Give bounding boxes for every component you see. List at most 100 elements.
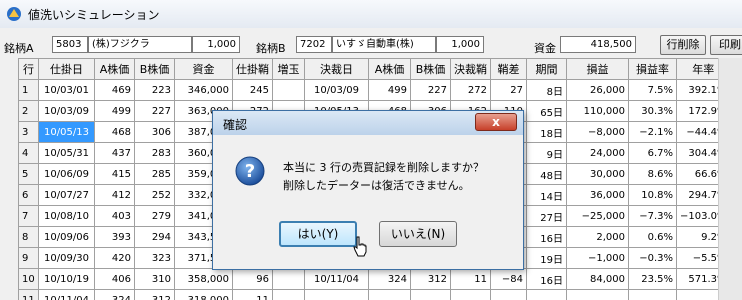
table-cell[interactable]: 279 bbox=[134, 205, 175, 227]
column-header[interactable]: 決裁日 bbox=[304, 58, 369, 80]
row-number[interactable]: 8 bbox=[18, 226, 39, 248]
table-cell[interactable]: 285 bbox=[134, 163, 175, 185]
table-cell[interactable]: 324 bbox=[94, 289, 135, 300]
table-cell[interactable]: 252 bbox=[134, 184, 175, 206]
row-number[interactable]: 9 bbox=[18, 247, 39, 269]
table-cell[interactable]: 24,000 bbox=[566, 142, 629, 164]
table-cell[interactable]: 27日 bbox=[526, 205, 567, 227]
dialog-close-button[interactable]: x bbox=[475, 113, 517, 131]
table-cell[interactable]: 415 bbox=[94, 163, 135, 185]
table-cell[interactable]: 26,000 bbox=[566, 79, 629, 101]
table-cell[interactable]: 310 bbox=[134, 268, 175, 290]
column-header[interactable]: 損益 bbox=[566, 58, 629, 80]
table-cell[interactable] bbox=[628, 289, 677, 300]
table-cell[interactable]: 10/08/10 bbox=[38, 205, 95, 227]
table-cell[interactable] bbox=[304, 289, 369, 300]
table-cell[interactable] bbox=[566, 289, 629, 300]
table-row[interactable]: 1 10/03/01 469 223 346,000 245 10/03/09 499 227 2… bbox=[18, 79, 731, 101]
column-header[interactable]: 鞘差 bbox=[490, 58, 527, 80]
no-button[interactable]: いいえ(N) bbox=[379, 221, 457, 247]
row-number[interactable]: 10 bbox=[18, 268, 39, 290]
yes-button[interactable]: はい(Y) bbox=[279, 221, 357, 247]
column-header[interactable]: B株価 bbox=[134, 58, 175, 80]
table-cell[interactable]: 358,000 bbox=[174, 268, 233, 290]
stock-b-name-field[interactable]: いすゞ自動車(株) bbox=[332, 36, 436, 53]
table-cell[interactable]: 10/10/19 bbox=[38, 268, 95, 290]
column-header[interactable]: A株価 bbox=[368, 58, 411, 80]
table-cell[interactable] bbox=[272, 289, 305, 300]
table-row[interactable]: 10 10/10/19 406 310 358,000 96 10/11/04 324 312 1… bbox=[18, 268, 731, 290]
table-cell[interactable]: 10/11/04 bbox=[38, 289, 95, 300]
table-cell[interactable]: 227 bbox=[410, 79, 451, 101]
table-cell[interactable]: 227 bbox=[134, 100, 175, 122]
table-cell[interactable]: 10/07/27 bbox=[38, 184, 95, 206]
table-cell[interactable]: 10/09/30 bbox=[38, 247, 95, 269]
row-number[interactable]: 4 bbox=[18, 142, 39, 164]
row-number[interactable]: 7 bbox=[18, 205, 39, 227]
row-number[interactable]: 3 bbox=[18, 121, 39, 143]
column-header[interactable]: 資金 bbox=[174, 58, 233, 80]
table-cell[interactable]: 420 bbox=[94, 247, 135, 269]
table-cell[interactable]: 10/03/01 bbox=[38, 79, 95, 101]
table-cell[interactable]: 19日 bbox=[526, 247, 567, 269]
delete-row-button[interactable]: 行削除 bbox=[660, 35, 706, 55]
table-cell[interactable]: 393 bbox=[94, 226, 135, 248]
table-cell[interactable]: 11 bbox=[450, 268, 491, 290]
stock-b-code-field[interactable]: 7202 bbox=[296, 36, 332, 53]
table-cell[interactable]: −2.1% bbox=[628, 121, 677, 143]
table-cell[interactable]: 499 bbox=[94, 100, 135, 122]
table-cell[interactable] bbox=[272, 79, 305, 101]
table-cell[interactable]: 7.5% bbox=[628, 79, 677, 101]
table-cell[interactable]: 10/06/09 bbox=[38, 163, 95, 185]
table-cell[interactable]: 8日 bbox=[526, 79, 567, 101]
table-cell[interactable]: 245 bbox=[232, 79, 273, 101]
print-button[interactable]: 印刷 bbox=[710, 35, 742, 55]
table-cell[interactable]: 283 bbox=[134, 142, 175, 164]
table-cell[interactable]: 10/03/09 bbox=[38, 100, 95, 122]
table-cell[interactable]: 499 bbox=[368, 79, 411, 101]
table-cell[interactable]: 36,000 bbox=[566, 184, 629, 206]
row-number[interactable]: 11 bbox=[18, 289, 39, 300]
table-cell[interactable]: 0.6% bbox=[628, 226, 677, 248]
row-number[interactable]: 1 bbox=[18, 79, 39, 101]
column-header[interactable]: 期間 bbox=[526, 58, 567, 80]
table-cell[interactable]: 11 bbox=[232, 289, 273, 300]
table-cell[interactable]: −25,000 bbox=[566, 205, 629, 227]
table-cell[interactable]: 84,000 bbox=[566, 268, 629, 290]
stock-b-qty-field[interactable]: 1,000 bbox=[436, 36, 484, 53]
table-cell[interactable]: 96 bbox=[232, 268, 273, 290]
table-cell[interactable]: 110,000 bbox=[566, 100, 629, 122]
table-cell[interactable]: −0.3% bbox=[628, 247, 677, 269]
table-cell[interactable] bbox=[368, 289, 411, 300]
table-cell[interactable] bbox=[526, 289, 567, 300]
table-cell[interactable]: −7.3% bbox=[628, 205, 677, 227]
table-cell[interactable]: 318,000 bbox=[174, 289, 233, 300]
table-cell[interactable]: 30.3% bbox=[628, 100, 677, 122]
table-cell[interactable]: 346,000 bbox=[174, 79, 233, 101]
table-cell[interactable]: 18日 bbox=[526, 121, 567, 143]
table-cell[interactable]: 10/09/06 bbox=[38, 226, 95, 248]
table-cell[interactable]: 324 bbox=[368, 268, 411, 290]
table-cell[interactable] bbox=[410, 289, 451, 300]
table-cell[interactable]: 10/03/09 bbox=[304, 79, 369, 101]
table-cell[interactable]: 312 bbox=[410, 268, 451, 290]
table-cell[interactable] bbox=[490, 289, 527, 300]
table-cell[interactable]: 16日 bbox=[526, 268, 567, 290]
table-cell[interactable]: 65日 bbox=[526, 100, 567, 122]
table-cell[interactable]: 306 bbox=[134, 121, 175, 143]
table-cell[interactable]: 8.6% bbox=[628, 163, 677, 185]
table-cell[interactable]: 323 bbox=[134, 247, 175, 269]
table-cell[interactable]: 412 bbox=[94, 184, 135, 206]
table-cell[interactable]: 6.7% bbox=[628, 142, 677, 164]
table-cell[interactable]: 10/05/13 bbox=[38, 121, 95, 143]
table-cell[interactable]: −84 bbox=[490, 268, 527, 290]
stock-a-code-field[interactable]: 5803 bbox=[52, 36, 88, 53]
column-header[interactable]: B株価 bbox=[410, 58, 451, 80]
row-number[interactable]: 2 bbox=[18, 100, 39, 122]
table-cell[interactable] bbox=[272, 268, 305, 290]
table-cell[interactable]: 10/11/04 bbox=[304, 268, 369, 290]
row-number[interactable]: 5 bbox=[18, 163, 39, 185]
column-header[interactable]: 決裁鞘 bbox=[450, 58, 491, 80]
table-cell[interactable]: 312 bbox=[134, 289, 175, 300]
stock-a-name-field[interactable]: (株)フジクラ bbox=[88, 36, 192, 53]
